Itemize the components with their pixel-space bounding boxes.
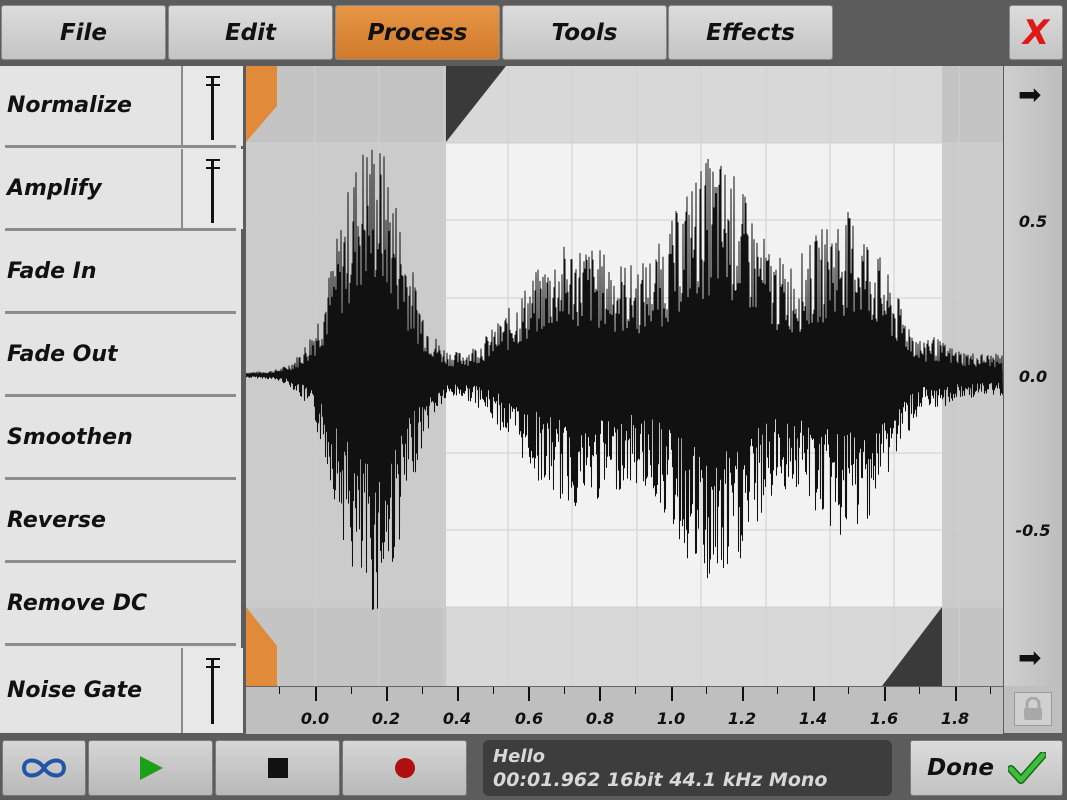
time-ruler[interactable]: 0.0 0.2 0.4 0.6 0.8 1.0 1.2 1.4 1.6 1.8 [246, 686, 1003, 734]
process-item-amplify[interactable]: Amplify [0, 149, 243, 231]
play-button[interactable] [88, 740, 213, 796]
menu-process[interactable]: Process [335, 5, 500, 60]
process-item-fade-in[interactable]: Fade In [0, 232, 241, 314]
time-label: 1.2 [727, 709, 757, 728]
y-label-mid: 0.0 [1018, 367, 1048, 386]
process-item-label: Fade In [7, 259, 97, 284]
lock-button[interactable] [1014, 692, 1052, 726]
record-button[interactable] [342, 740, 467, 796]
time-label: 0.8 [585, 709, 615, 728]
close-button[interactable]: X [1009, 5, 1063, 60]
checkmark-icon [1007, 752, 1046, 784]
y-label-bottom: -0.5 [1015, 521, 1051, 540]
process-item-label: Smoothen [7, 425, 133, 450]
process-item-normalize[interactable]: Normalize [0, 66, 243, 148]
time-label: 1.8 [940, 709, 970, 728]
process-item-label: Remove DC [7, 591, 148, 616]
stop-button[interactable] [215, 740, 340, 796]
done-button[interactable]: Done [910, 740, 1063, 796]
process-item-remove-dc[interactable]: Remove DC [0, 564, 241, 646]
process-item-label: Amplify [7, 176, 102, 201]
process-item-label: Normalize [7, 93, 132, 118]
amplify-slider[interactable] [181, 149, 243, 229]
loop-button[interactable] [2, 740, 86, 796]
process-item-label: Fade Out [7, 342, 118, 367]
normalize-slider[interactable] [181, 66, 243, 146]
arrow-right-icon[interactable]: ➡ [1018, 644, 1041, 672]
menu-effects[interactable]: Effects [668, 5, 833, 60]
process-item-smoothen[interactable]: Smoothen [0, 398, 241, 480]
process-item-label: Reverse [7, 508, 106, 533]
time-label: 0.6 [514, 709, 544, 728]
time-label: 1.0 [656, 709, 686, 728]
time-label: 0.4 [442, 709, 472, 728]
menu-edit[interactable]: Edit [168, 5, 333, 60]
arrow-right-icon[interactable]: ➡ [1018, 81, 1041, 109]
infinity-icon [21, 758, 67, 778]
file-status-display: Hello 00:01.962 16bit 44.1 kHz Mono [483, 740, 892, 796]
lock-icon [1024, 697, 1042, 720]
close-icon: X [1022, 12, 1050, 53]
lock-area [1004, 686, 1062, 733]
amplitude-scale: ➡ 0.5 0.0 -0.5 ➡ [1004, 66, 1062, 686]
time-label: 1.6 [869, 709, 899, 728]
stop-icon [267, 758, 288, 778]
process-item-fade-out[interactable]: Fade Out [0, 315, 241, 397]
play-icon [139, 756, 163, 780]
waveform-view[interactable] [245, 66, 1003, 686]
time-label: 0.2 [371, 709, 401, 728]
process-item-noise-gate[interactable]: Noise Gate [0, 648, 243, 733]
menu-file[interactable]: File [1, 5, 166, 60]
time-label: 0.0 [300, 709, 330, 728]
file-info: 00:01.962 16bit 44.1 kHz Mono [493, 769, 828, 791]
noise-gate-slider[interactable] [181, 648, 243, 733]
time-label: 1.4 [798, 709, 828, 728]
file-name: Hello [493, 746, 545, 767]
process-item-label: Noise Gate [7, 678, 143, 703]
menu-tools[interactable]: Tools [502, 5, 667, 60]
record-icon [394, 758, 415, 778]
waveform-canvas[interactable] [245, 66, 1003, 686]
process-item-reverse[interactable]: Reverse [0, 481, 241, 563]
done-label: Done [927, 755, 994, 781]
process-list: Normalize Amplify Fade In Fade Out Smoot… [0, 66, 243, 733]
y-label-top: 0.5 [1018, 212, 1048, 231]
